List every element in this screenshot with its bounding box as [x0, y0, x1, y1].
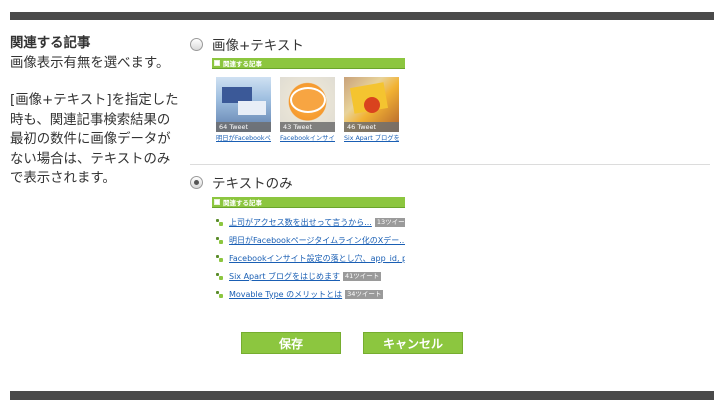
setting-description: 関連する記事 画像表示有無を選べます。 [画像+テキスト]を指定した時も、関連記… [10, 34, 180, 189]
option-divider [190, 164, 710, 165]
bullet-icon [216, 272, 223, 280]
list-item: 上司がアクセス数を出せって言うから... 13ツイート [212, 213, 405, 231]
preview-header: 関連する記事 [212, 197, 405, 208]
setting-title: 関連する記事 [10, 36, 91, 51]
related-articles-icon [214, 60, 220, 66]
preview-header: 関連する記事 [212, 58, 405, 69]
radio-image-text[interactable] [190, 37, 203, 51]
save-button[interactable]: 保存 [241, 332, 341, 354]
thumbnail-image: 43 Tweet [280, 77, 335, 132]
list-item: Facebookインサイト設定の落とし穴、app_id, p [212, 249, 405, 267]
thumbnail-image: 64 Tweet [216, 77, 271, 132]
thumbnail-title: 明日がFacebookページタイムライン... [216, 135, 271, 142]
thumbnail-title: Facebookインサイト設定の落とし穴... [280, 135, 335, 142]
setting-desc-1: 画像表示有無を選べます。 [10, 55, 170, 71]
thumbnail-item: 64 Tweet 明日がFacebookページタイムライン... [216, 77, 271, 143]
top-divider-bar [10, 12, 714, 20]
cancel-button[interactable]: キャンセル [363, 332, 463, 354]
option-text-only[interactable]: テキストのみ [190, 172, 293, 192]
option-image-text[interactable]: 画像+テキスト [190, 34, 304, 54]
thumbnail-title: Six Apart ブログをはじめます... [344, 135, 399, 142]
bullet-icon [216, 290, 223, 298]
bottom-divider-bar [10, 391, 714, 400]
setting-desc-2: [画像+テキスト]を指定した時も、関連記事検索結果の最初の数件に画像データがない… [10, 93, 179, 186]
related-articles-icon [214, 199, 220, 205]
option-text-only-label: テキストのみ [212, 176, 293, 192]
list-item: 明日がFacebookページタイムライン化のXデー... [212, 231, 405, 249]
thumbnail-item: 46 Tweet Six Apart ブログをはじめます... [344, 77, 399, 143]
bullet-icon [216, 236, 223, 244]
radio-text-only[interactable] [190, 175, 203, 189]
bullet-icon [216, 254, 223, 262]
preview-text-only: 関連する記事 上司がアクセス数を出せって言うから... 13ツイート 明日がFa… [212, 197, 405, 303]
option-image-text-label: 画像+テキスト [212, 38, 304, 54]
tweet-count-badge: 41ツイート [343, 271, 382, 281]
related-list: 上司がアクセス数を出せって言うから... 13ツイート 明日がFacebookペ… [212, 213, 405, 303]
list-item: Six Apart ブログをはじめます 41ツイート [212, 267, 405, 285]
thumbnail-image: 46 Tweet [344, 77, 399, 132]
thumbnail-tweet-count: 64 Tweet [216, 122, 271, 132]
thumbnail-row: 64 Tweet 明日がFacebookページタイムライン... 43 Twee… [216, 77, 405, 143]
tweet-count-badge: 34ツイート [345, 289, 384, 299]
bullet-icon [216, 218, 223, 226]
thumbnail-tweet-count: 43 Tweet [280, 122, 335, 132]
list-item: Movable Type のメリットとは 34ツイート [212, 285, 405, 303]
tweet-count-badge: 13ツイート [374, 217, 405, 227]
preview-image-text: 関連する記事 64 Tweet 明日がFacebookページタイムライン... … [212, 58, 405, 143]
thumbnail-tweet-count: 46 Tweet [344, 122, 399, 132]
thumbnail-item: 43 Tweet Facebookインサイト設定の落とし穴... [280, 77, 335, 143]
